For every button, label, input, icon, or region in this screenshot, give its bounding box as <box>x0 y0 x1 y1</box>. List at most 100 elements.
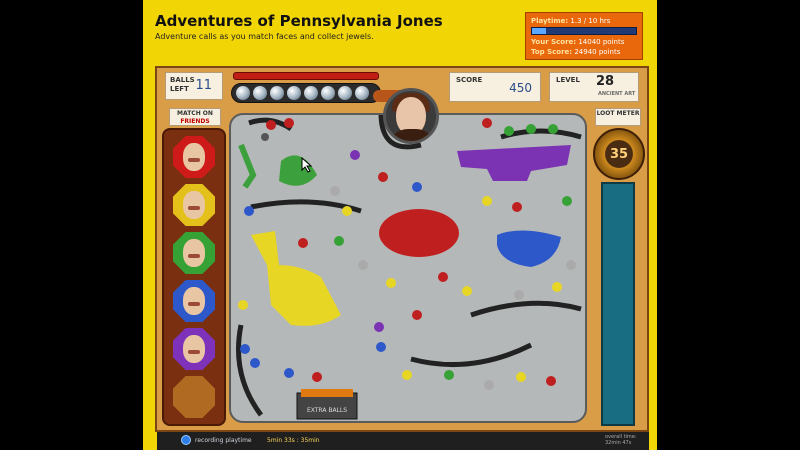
playtime-label: Playtime: <box>531 17 569 25</box>
yellow-giraffe <box>251 231 341 326</box>
purple-glyph <box>457 145 571 181</box>
ball <box>284 368 294 378</box>
ball <box>402 370 412 380</box>
loot-dial: 35 <box>593 128 645 180</box>
track-groove <box>410 342 533 368</box>
playtime-progress-bar <box>531 27 637 35</box>
ball <box>514 290 524 300</box>
ball <box>444 370 454 380</box>
ball <box>504 126 514 136</box>
shot-power-bar <box>233 72 379 80</box>
game-page: Adventures of Pennsylvania Jones Adventu… <box>143 0 657 450</box>
match-on-text: MATCH ON <box>177 110 213 117</box>
ball <box>566 260 576 270</box>
empty-face-slot <box>173 376 215 418</box>
balls-left-panel: BALLS LEFT 11 <box>165 72 223 100</box>
ball <box>250 358 260 368</box>
extra-balls-cart <box>296 389 358 420</box>
level-name: ANCIENT ART <box>598 91 636 97</box>
record-icon <box>181 435 191 445</box>
face-portrait <box>183 239 205 267</box>
playfield[interactable]: EXTRA BALLS <box>229 113 587 423</box>
face-portrait <box>183 335 205 363</box>
ball <box>378 172 388 182</box>
loot-tube <box>601 182 635 426</box>
ball <box>526 124 536 134</box>
your-score-value: 14040 points <box>578 38 625 46</box>
ball <box>412 182 422 192</box>
ball <box>546 376 556 386</box>
match-on-label: MATCH ON FRIENDS <box>169 108 221 126</box>
red-face-gem[interactable] <box>173 136 215 178</box>
level-label: LEVEL <box>556 76 580 84</box>
level-panel: LEVEL 28 ANCIENT ART <box>549 72 639 102</box>
loot-meter: 35 <box>593 128 645 428</box>
ball <box>330 186 340 196</box>
ball <box>266 120 276 130</box>
ball <box>562 196 572 206</box>
rail-ball <box>355 86 369 100</box>
blue-face-gem[interactable] <box>173 280 215 322</box>
ball <box>342 206 352 216</box>
ball <box>238 300 248 310</box>
your-score-label: Your Score: <box>531 38 577 46</box>
ball <box>358 260 368 270</box>
green-face-gem[interactable] <box>173 232 215 274</box>
purple-face-gem[interactable] <box>173 328 215 370</box>
blue-fish <box>497 230 561 267</box>
ball <box>482 196 492 206</box>
top-score-value: 24940 points <box>574 48 621 56</box>
playfield-art: EXTRA BALLS <box>236 115 582 420</box>
ball <box>244 206 254 216</box>
mouse-cursor-icon <box>301 157 313 173</box>
yellow-face-gem[interactable] <box>173 184 215 226</box>
balls-left-label: BALLS LEFT <box>170 76 195 93</box>
ball <box>350 150 360 160</box>
ball <box>462 286 472 296</box>
ball <box>516 372 526 382</box>
game-title: Adventures of Pennsylvania Jones <box>155 12 443 30</box>
rail-ball <box>253 86 267 100</box>
rail-ball <box>338 86 352 100</box>
rail-ball <box>321 86 335 100</box>
overall-time-value: 32min 47s <box>605 440 632 446</box>
score-panel: SCORE 450 <box>449 72 541 102</box>
overall-time: overall time: 32min 47s <box>605 434 637 446</box>
face-portrait <box>183 143 205 171</box>
recording-time: 5min 33s : 35min <box>267 437 320 444</box>
rail-ball <box>236 86 250 100</box>
playtime-value: 1.3 / 10 hrs <box>570 17 611 25</box>
extra-balls-label: EXTRA BALLS <box>307 407 347 414</box>
ball <box>482 118 492 128</box>
recording-label: recording playtime <box>195 437 252 444</box>
score-value: 450 <box>509 81 532 95</box>
ball-rail <box>231 83 381 103</box>
stats-panel: Playtime: 1.3 / 10 hrs Your Score: 14040… <box>525 12 643 60</box>
face-portrait <box>183 287 205 315</box>
balls-left-value: 11 <box>195 78 212 93</box>
face-portrait <box>183 191 205 219</box>
ball <box>438 272 448 282</box>
ball <box>548 124 558 134</box>
footer-bar: recording playtime 5min 33s : 35min over… <box>157 432 649 450</box>
track-groove <box>236 324 264 417</box>
ball <box>376 342 386 352</box>
ball <box>298 238 308 248</box>
match-faces-column <box>162 128 226 426</box>
playtime-progress-fill <box>532 28 546 34</box>
red-bull <box>379 209 459 257</box>
rail-ball <box>287 86 301 100</box>
shooter-portrait <box>383 88 439 144</box>
match-on-value: FRIENDS <box>180 118 210 125</box>
recording-time-value: 5min 33s <box>267 437 295 444</box>
ball <box>261 133 269 141</box>
game-board: BALLS LEFT 11 SCORE 450 LEVEL 28 ANCIENT… <box>155 66 649 432</box>
ball <box>334 236 344 246</box>
level-value: 28 <box>596 74 615 89</box>
loot-meter-label: LOOT METER <box>595 108 641 126</box>
rail-ball <box>304 86 318 100</box>
ball <box>412 310 422 320</box>
loot-value: 35 <box>609 147 629 162</box>
ball <box>240 344 250 354</box>
ball <box>312 372 322 382</box>
